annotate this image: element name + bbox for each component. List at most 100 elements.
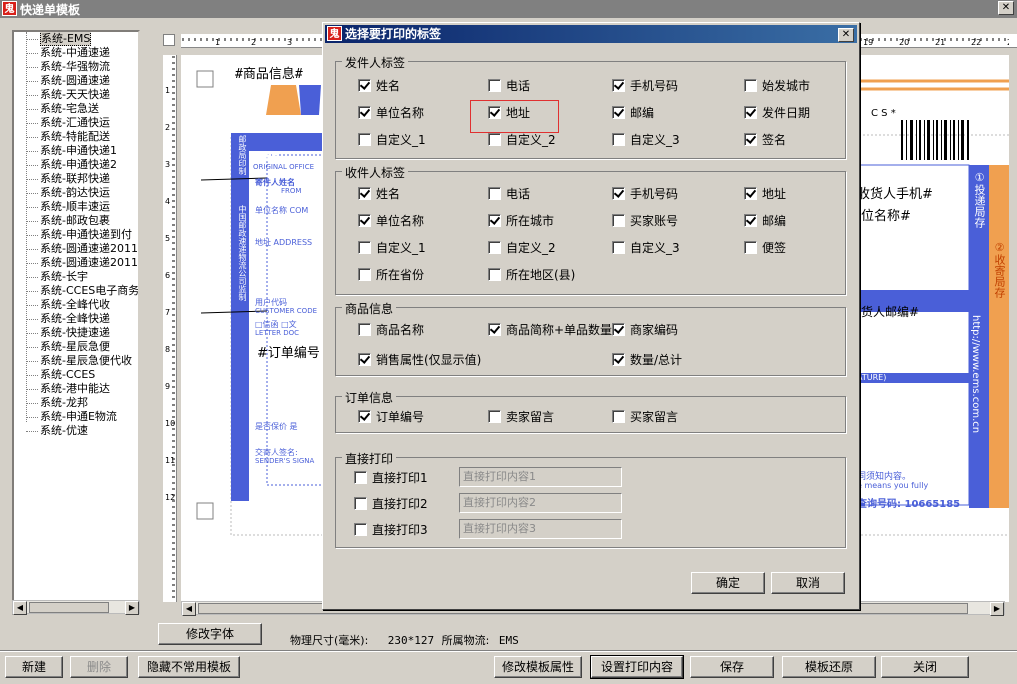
tree-hscrollbar[interactable]: ◀ ▶: [12, 600, 140, 615]
checkbox-3-2[interactable]: 买家留言: [612, 409, 678, 425]
checkbox-unchecked-icon[interactable]: [744, 241, 757, 254]
checkbox-2-1[interactable]: 商品简称+单品数量: [488, 322, 612, 338]
checkbox-unchecked-icon[interactable]: [488, 268, 501, 281]
checkbox-2-3[interactable]: 销售属性(仅显示值): [358, 352, 481, 368]
checkbox-1-12[interactable]: 所在省份: [358, 267, 424, 283]
tree-item[interactable]: 系统-星辰急便: [14, 340, 138, 354]
new-button[interactable]: 新建: [5, 656, 63, 678]
checkbox-1-1[interactable]: 电话: [488, 186, 530, 202]
checkbox-checked-icon[interactable]: [744, 133, 757, 146]
delete-button[interactable]: 删除: [70, 656, 128, 678]
checkbox-checked-icon[interactable]: [488, 214, 501, 227]
direct-print-input-2[interactable]: 直接打印内容2: [459, 493, 622, 513]
scroll-right-icon[interactable]: ▶: [990, 602, 1004, 616]
checkbox-checked-icon[interactable]: [358, 79, 371, 92]
checkbox-unchecked-icon[interactable]: [358, 241, 371, 254]
tree-item[interactable]: 系统-星辰急便代收: [14, 354, 138, 368]
label-product[interactable]: #商品信息#: [235, 63, 303, 82]
modify-font-button[interactable]: 修改字体: [158, 623, 262, 645]
checkbox-0-0[interactable]: 姓名: [358, 78, 400, 94]
checkbox-checked-icon[interactable]: [612, 353, 625, 366]
tree-item[interactable]: 系统-华强物流: [14, 60, 138, 74]
checkbox-unchecked-icon[interactable]: [612, 214, 625, 227]
checkbox-0-10[interactable]: 自定义_3: [612, 132, 680, 148]
checkbox-unchecked-icon[interactable]: [612, 410, 625, 423]
checkbox-checked-icon[interactable]: [358, 410, 371, 423]
checkbox-unchecked-icon[interactable]: [354, 497, 367, 510]
direct-print-input-1[interactable]: 直接打印内容1: [459, 467, 622, 487]
label-order[interactable]: #订单编号: [257, 342, 320, 361]
checkbox-unchecked-icon[interactable]: [488, 241, 501, 254]
cancel-button[interactable]: 取消: [771, 572, 845, 594]
checkbox-unchecked-icon[interactable]: [358, 133, 371, 146]
tree-item[interactable]: 系统-CCES电子商务: [14, 284, 138, 298]
checkbox-checked-icon[interactable]: [612, 79, 625, 92]
checkbox-checked-icon[interactable]: [744, 106, 757, 119]
checkbox-checked-icon[interactable]: [358, 214, 371, 227]
checkbox-0-3[interactable]: 始发城市: [744, 78, 810, 94]
checkbox-checked-icon[interactable]: [744, 214, 757, 227]
checkbox-3-0[interactable]: 订单编号: [358, 409, 424, 425]
checkbox-unchecked-icon[interactable]: [612, 133, 625, 146]
checkbox-checked-icon[interactable]: [612, 106, 625, 119]
checkbox-1-13[interactable]: 所在地区(县): [488, 267, 575, 283]
checkbox-0-8[interactable]: 自定义_1: [358, 132, 426, 148]
checkbox-0-4[interactable]: 单位名称: [358, 105, 424, 121]
checkbox-checked-icon[interactable]: [358, 353, 371, 366]
tree-item[interactable]: 系统-特能配送: [14, 130, 138, 144]
checkbox-4-0[interactable]: 直接打印1: [354, 470, 428, 486]
ok-button[interactable]: 确定: [691, 572, 765, 594]
scroll-left-icon[interactable]: ◀: [13, 601, 27, 615]
checkbox-1-0[interactable]: 姓名: [358, 186, 400, 202]
set-print-content-button[interactable]: 设置打印内容: [590, 655, 684, 679]
checkbox-unchecked-icon[interactable]: [354, 471, 367, 484]
hide-templates-button[interactable]: 隐藏不常用模板: [138, 656, 240, 678]
tree-item[interactable]: 系统-申通E物流: [14, 410, 138, 424]
direct-print-input-3[interactable]: 直接打印内容3: [459, 519, 622, 539]
checkbox-0-6[interactable]: 邮编: [612, 105, 654, 121]
tree-item[interactable]: 系统-申通快递1: [14, 144, 138, 158]
checkbox-1-5[interactable]: 所在城市: [488, 213, 554, 229]
label-receiver-postcode[interactable]: 货人邮编#: [861, 303, 919, 320]
tree-item[interactable]: 系统-快捷速递: [14, 326, 138, 340]
checkbox-unchecked-icon[interactable]: [744, 79, 757, 92]
checkbox-unchecked-icon[interactable]: [612, 241, 625, 254]
checkbox-4-2[interactable]: 直接打印3: [354, 522, 428, 538]
tree-item[interactable]: 系统-全峰快递: [14, 312, 138, 326]
checkbox-0-9[interactable]: 自定义_2: [488, 132, 556, 148]
checkbox-checked-icon[interactable]: [488, 323, 501, 336]
checkbox-checked-icon[interactable]: [612, 323, 625, 336]
scroll-right-icon[interactable]: ▶: [125, 601, 139, 615]
dialog-close-icon[interactable]: ✕: [838, 28, 854, 42]
checkbox-4-1[interactable]: 直接打印2: [354, 496, 428, 512]
tree-item[interactable]: 系统-圆通速递2011: [14, 242, 138, 256]
tree-item[interactable]: 系统-邮政包裹: [14, 214, 138, 228]
checkbox-3-1[interactable]: 卖家留言: [488, 409, 554, 425]
checkbox-unchecked-icon[interactable]: [488, 79, 501, 92]
checkbox-checked-icon[interactable]: [358, 187, 371, 200]
tree-item[interactable]: 系统-顺丰速运: [14, 200, 138, 214]
checkbox-1-10[interactable]: 自定义_3: [612, 240, 680, 256]
checkbox-0-1[interactable]: 电话: [488, 78, 530, 94]
checkbox-checked-icon[interactable]: [358, 106, 371, 119]
tree-item[interactable]: 系统-宅急送: [14, 102, 138, 116]
tree-item[interactable]: 系统-龙邦: [14, 396, 138, 410]
window-close-button[interactable]: ✕: [998, 1, 1014, 15]
checkbox-1-6[interactable]: 买家账号: [612, 213, 678, 229]
template-tree[interactable]: 系统-EMS 系统-中通速递 系统-华强物流 系统-圆通速递 系统-天天快递 系统-宅急送…: [12, 30, 140, 615]
checkbox-0-2[interactable]: 手机号码: [612, 78, 678, 94]
label-receiver-company[interactable]: 位名称#: [861, 205, 911, 224]
tree-item[interactable]: 系统-联邦快递: [14, 172, 138, 186]
tree-item[interactable]: 系统-天天快递: [14, 88, 138, 102]
checkbox-1-11[interactable]: 便签: [744, 240, 786, 256]
tree-item[interactable]: 系统-圆通速递2011: [14, 256, 138, 270]
checkbox-unchecked-icon[interactable]: [488, 133, 501, 146]
checkbox-unchecked-icon[interactable]: [358, 268, 371, 281]
tree-item[interactable]: 系统-中通速递: [14, 46, 138, 60]
checkbox-1-7[interactable]: 邮编: [744, 213, 786, 229]
checkbox-1-4[interactable]: 单位名称: [358, 213, 424, 229]
checkbox-unchecked-icon[interactable]: [358, 323, 371, 336]
checkbox-checked-icon[interactable]: [744, 187, 757, 200]
tree-item[interactable]: 系统-圆通速递: [14, 74, 138, 88]
tree-item[interactable]: 系统-申通快递到付: [14, 228, 138, 242]
